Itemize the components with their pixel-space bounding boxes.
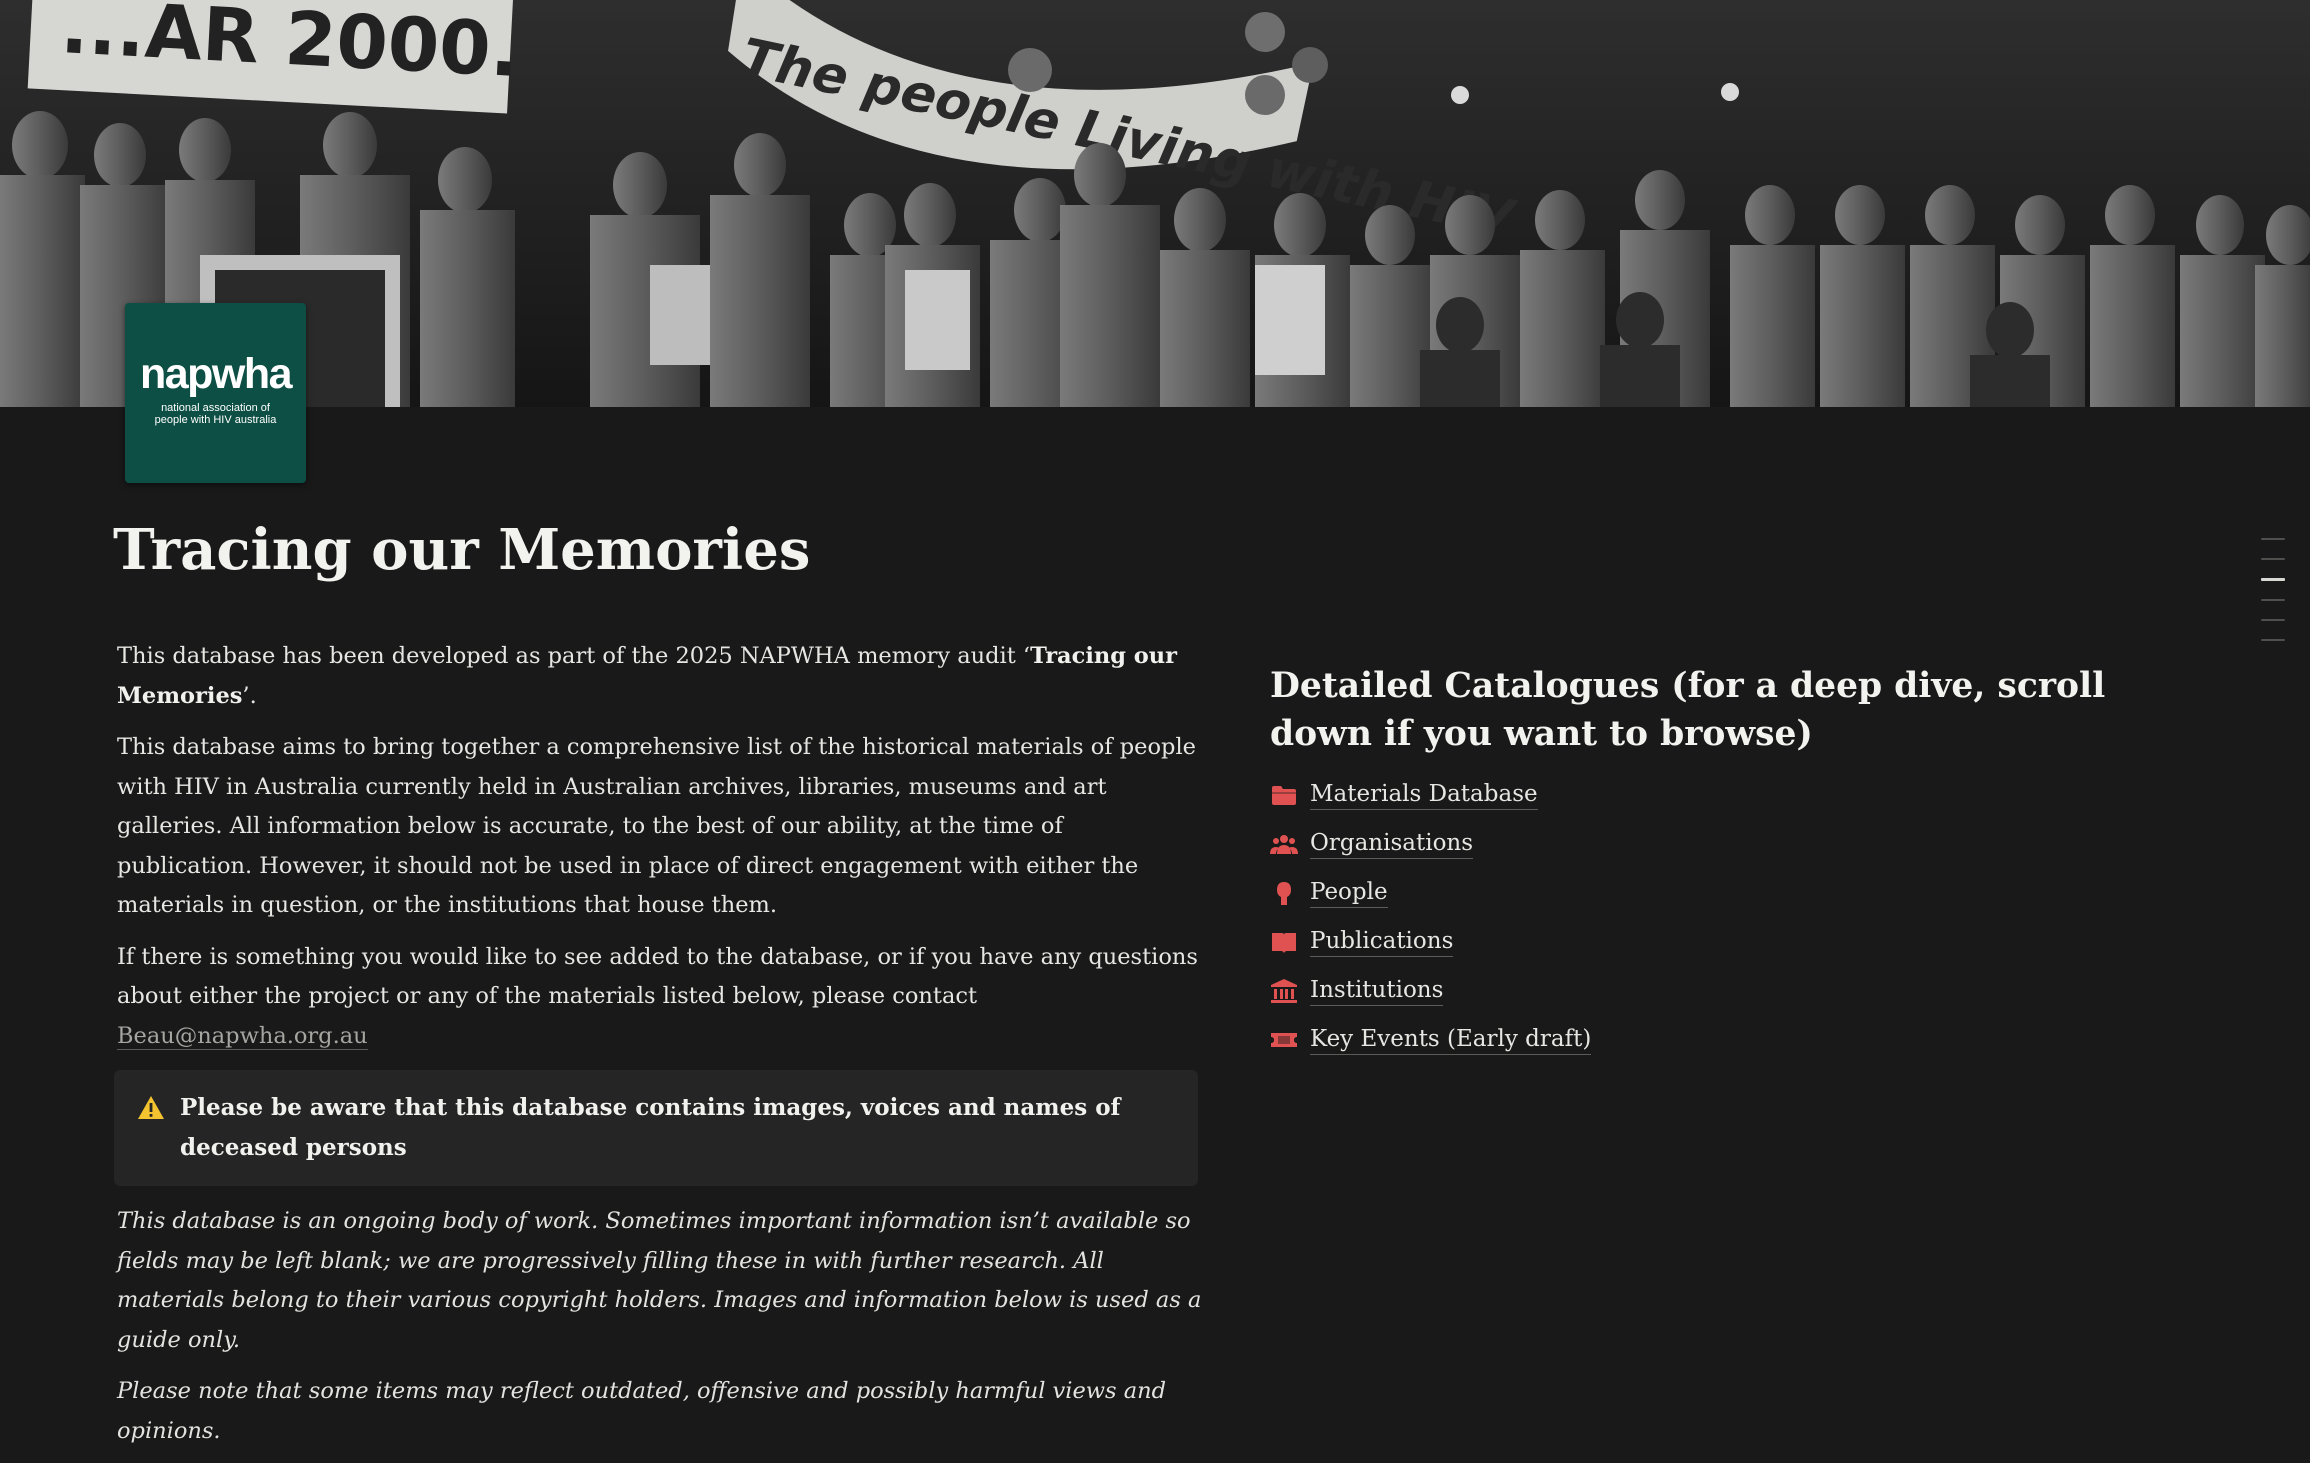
- catalogue-label: People: [1310, 877, 1388, 908]
- deceased-persons-callout: Please be aware that this database conta…: [114, 1070, 1198, 1186]
- notes-section: This database is an ongoing body of work…: [117, 1202, 1203, 1451]
- catalogues-section: Detailed Catalogues (for a deep dive, sc…: [1270, 662, 2170, 1064]
- intro-paragraph-3: If there is something you would like to …: [117, 943, 1198, 1050]
- outline-tick-active[interactable]: [2261, 578, 2285, 581]
- catalogue-label: Publications: [1310, 926, 1454, 957]
- folder-icon: [1272, 785, 1296, 805]
- catalogues-heading: Detailed Catalogues (for a deep dive, sc…: [1270, 666, 2106, 754]
- intro-section: This database has been developed as part…: [114, 637, 1203, 1463]
- outline-tick[interactable]: [2261, 538, 2285, 540]
- person-icon: [1277, 881, 1291, 905]
- intro-paragraph-1: This database has been developed as part…: [117, 643, 1178, 709]
- catalogue-label: Materials Database: [1310, 779, 1538, 810]
- cover-image: ...AR 2000. The people Living with HIV: [0, 0, 2310, 407]
- catalogue-link-publications[interactable]: Publications: [1270, 917, 2170, 966]
- catalogue-link-people[interactable]: People: [1270, 868, 2170, 917]
- group-icon: [1270, 834, 1298, 854]
- catalogue-label: Institutions: [1310, 975, 1444, 1006]
- cover-photo-illustration: ...AR 2000. The people Living with HIV: [0, 0, 2310, 407]
- catalogue-label: Organisations: [1310, 828, 1474, 859]
- warning-icon: [138, 1096, 164, 1119]
- catalogue-label: Key Events (Early draft): [1310, 1024, 1592, 1055]
- ticket-icon: [1271, 1032, 1297, 1047]
- institution-icon: [1271, 978, 1297, 1003]
- page-outline[interactable]: [2261, 538, 2285, 659]
- intro-paragraph-2: This database aims to bring together a c…: [117, 734, 1196, 918]
- catalogue-link-materials-database[interactable]: Materials Database: [1270, 770, 2170, 819]
- catalogue-links: Materials Database Organisations People: [1270, 770, 2170, 1064]
- catalogue-link-institutions[interactable]: Institutions: [1270, 966, 2170, 1015]
- catalogue-link-key-events[interactable]: Key Events (Early draft): [1270, 1015, 2170, 1064]
- logo-tagline: national association of people with HIV …: [154, 402, 277, 426]
- ongoing-work-note: This database is an ongoing body of work…: [117, 1208, 1202, 1353]
- outline-tick[interactable]: [2261, 599, 2285, 601]
- contact-email-link[interactable]: Beau@napwha.org.au: [117, 1022, 368, 1050]
- logo-wordmark: napwha: [139, 350, 293, 398]
- harmful-content-note: Please note that some items may reflect …: [117, 1378, 1167, 1444]
- catalogue-link-organisations[interactable]: Organisations: [1270, 819, 2170, 868]
- outline-tick[interactable]: [2261, 558, 2285, 560]
- outline-tick[interactable]: [2261, 619, 2285, 621]
- napwha-logo: napwha national association of people wi…: [125, 303, 306, 483]
- callout-text: Please be aware that this database conta…: [180, 1094, 1121, 1161]
- page-title: Tracing our Memories: [113, 517, 811, 583]
- book-icon: [1272, 932, 1296, 953]
- outline-tick[interactable]: [2261, 639, 2285, 641]
